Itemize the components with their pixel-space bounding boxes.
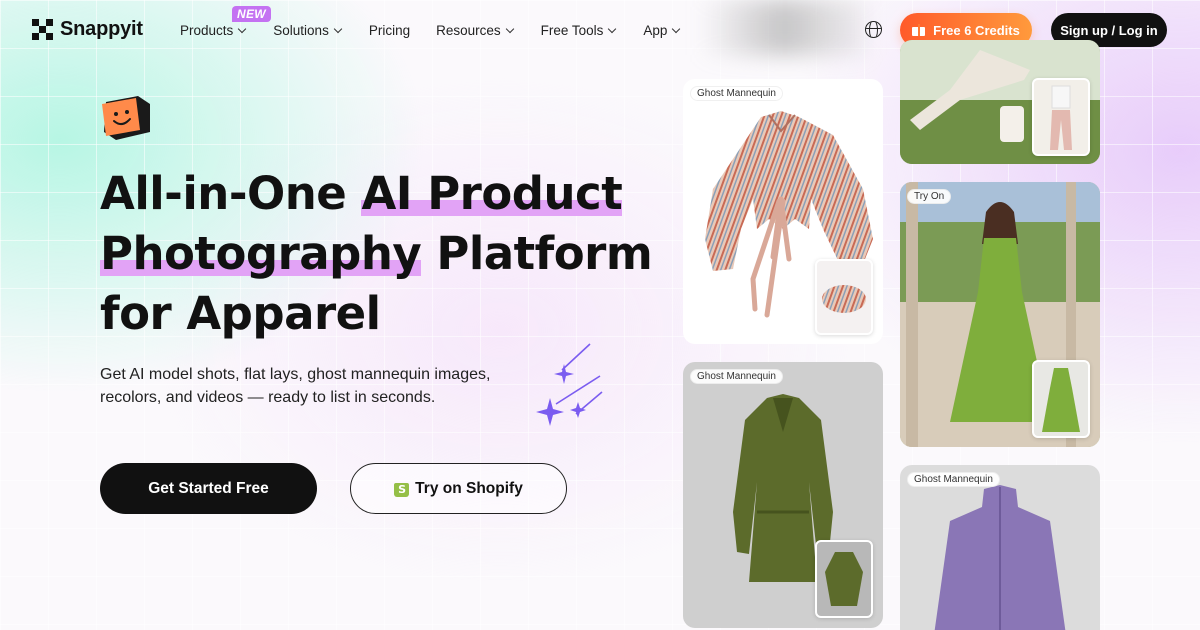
card-tag: Try On: [907, 189, 952, 204]
brand-logo[interactable]: Snappyit: [32, 18, 143, 41]
menu-item-free-tools[interactable]: Free Tools: [540, 22, 617, 38]
logo-mark-icon: [32, 19, 53, 40]
shopify-bag-icon: [394, 480, 410, 497]
gallery-card-green-dress[interactable]: Ghost Mannequin: [683, 362, 883, 628]
headline-text: All-in-One: [100, 167, 362, 220]
menu-item-solutions[interactable]: Solutions: [273, 22, 343, 38]
flatlay-dress-image: [825, 552, 863, 606]
gallery-card-try-on[interactable]: Try On: [900, 182, 1100, 447]
gallery-card-purple-jacket[interactable]: Ghost Mannequin: [900, 465, 1100, 630]
sparkles-icon: [536, 343, 603, 426]
gallery-card-blouse[interactable]: Ghost Mannequin: [683, 79, 883, 344]
hero-headline: All-in-One AI Product Photography Platfo…: [100, 164, 660, 344]
menu-item-label: Solutions: [273, 22, 329, 38]
flatlay-thumbnail[interactable]: [815, 540, 873, 618]
try-on-shopify-button[interactable]: Try on Shopify: [350, 463, 567, 514]
menu-item-pricing[interactable]: Pricing: [369, 23, 410, 38]
menu-item-products[interactable]: Products NEW: [180, 5, 271, 38]
try-on-shopify-label: Try on Shopify: [415, 479, 523, 497]
menu-item-label: Free Tools: [540, 22, 604, 38]
chevron-down-icon: [238, 24, 247, 33]
chevron-down-icon: [505, 24, 514, 33]
card-tag: Ghost Mannequin: [690, 369, 783, 384]
card-tag: Ghost Mannequin: [907, 472, 1000, 487]
flatlay-outfit-image: [1050, 85, 1072, 150]
chevron-down-icon: [608, 24, 617, 33]
menu-item-resources[interactable]: Resources: [436, 22, 514, 38]
globe-language-icon[interactable]: [865, 21, 882, 38]
gallery-card-white-trousers[interactable]: [900, 40, 1100, 164]
chevron-down-icon: [333, 24, 343, 33]
menu-item-label: Products: [180, 22, 234, 38]
hero-subtext: Get AI model shots, flat lays, ghost man…: [100, 366, 491, 406]
blurred-image-strip: [700, 0, 865, 55]
free-credits-label: Free 6 Credits: [933, 22, 1020, 38]
garment-dress-image: [1042, 368, 1080, 432]
chevron-down-icon: [672, 24, 681, 33]
mascot-cube-icon: [102, 96, 150, 140]
flatlay-thumbnail[interactable]: [1032, 78, 1090, 156]
new-badge: NEW: [232, 5, 271, 22]
menu-item-label: Pricing: [368, 22, 411, 38]
menu-item-label: App: [643, 22, 668, 38]
garment-thumbnail[interactable]: [1032, 360, 1090, 438]
flatlay-blouse-image: [822, 285, 866, 313]
card-tag: Ghost Mannequin: [690, 86, 783, 101]
purple-jacket-image: [934, 485, 1066, 630]
headline-highlight: AI Product: [361, 167, 623, 220]
menu-item-app[interactable]: App: [643, 22, 681, 38]
get-started-button[interactable]: Get Started Free: [100, 463, 317, 514]
flatlay-thumbnail[interactable]: [815, 259, 873, 335]
headline-highlight: Photography: [100, 227, 422, 280]
main-menu: Products NEW Solutions Pricing Resources…: [180, 0, 681, 60]
headline-text: for Apparel: [100, 287, 381, 340]
brand-name: Snappyit: [60, 18, 143, 40]
gift-icon: [912, 24, 926, 36]
menu-item-label: Resources: [436, 22, 501, 38]
headline-text: Platform: [421, 227, 653, 280]
